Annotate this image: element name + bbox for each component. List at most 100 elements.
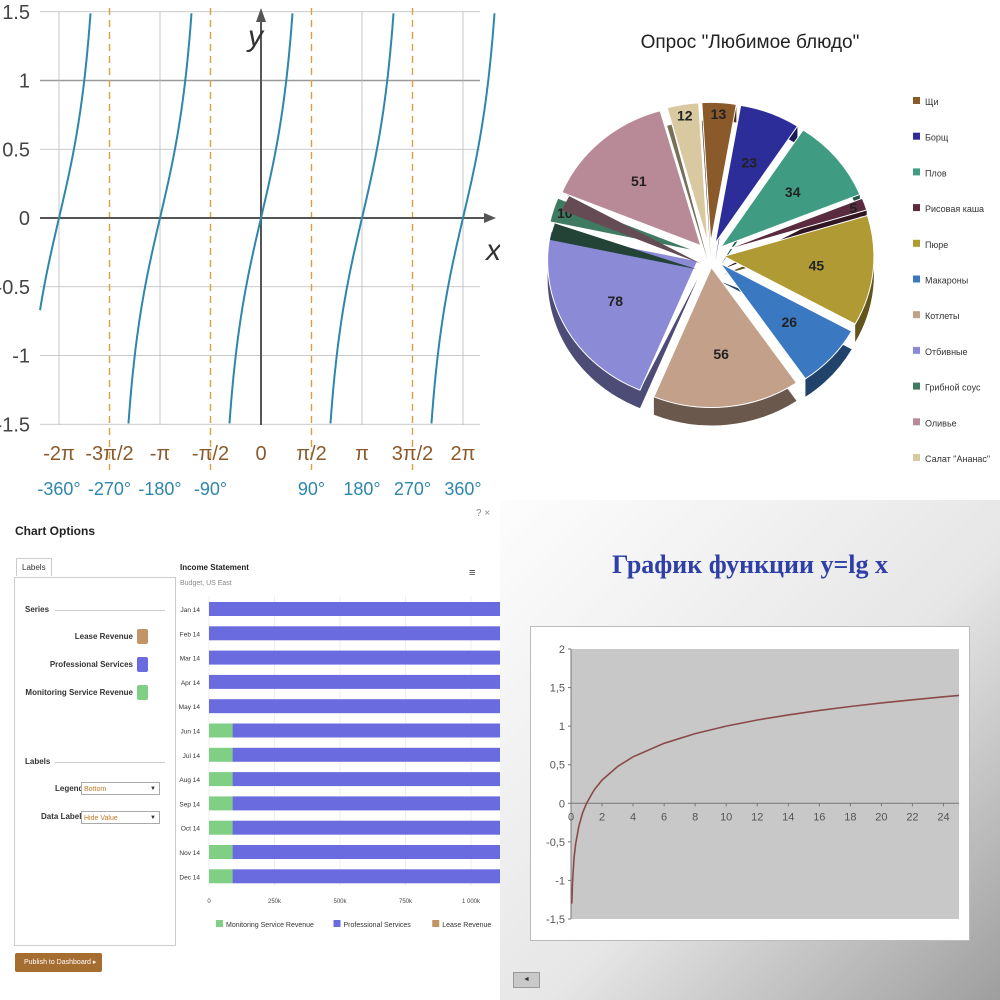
x-tick-label: 24	[937, 811, 949, 823]
degree-tick-label: -90°	[194, 479, 227, 499]
log-graph-panel: График функции y=lg x 2 1,5 1 0,5 0 -0,5 -1 -1,…	[500, 500, 1000, 1000]
legend-label: Отбивные	[925, 347, 968, 357]
pie-chart: Опрос "Любимое блюдо" 132334545265678105…	[547, 32, 990, 464]
help-close-icons[interactable]: ? ×	[476, 508, 490, 519]
options-panel: Series Lease Revenue Professional Servic…	[14, 577, 176, 946]
degree-tick-label: -360°	[37, 479, 80, 499]
y-tick-label: Feb 14	[180, 631, 201, 638]
color-swatch-monitoring[interactable]	[137, 685, 148, 700]
series-label-lease: Lease Revenue	[74, 632, 133, 641]
tangent-graph-panel: 1.5 1 0.5 0 -0.5 -1 -1.5 y x -2π -3π/2 -π -π/2 0 π/2 π 3…	[0, 0, 500, 500]
data-labels-select[interactable]: Hide Value ▼	[81, 811, 160, 824]
divider	[55, 762, 165, 763]
tangent-graph: 1.5 1 0.5 0 -0.5 -1 -1.5 y x -2π -3π/2 -π -π/2 0 π/2 π 3…	[0, 2, 500, 499]
bar-segment	[209, 772, 233, 787]
x-tick-label: 20	[875, 811, 887, 823]
bar-segment	[209, 845, 233, 859]
legend-label: Рисовая каша	[925, 204, 984, 214]
tab-bar: Labels	[16, 557, 52, 576]
x-tick-label: 18	[844, 811, 856, 823]
bar-segment	[209, 674, 500, 689]
legend-label: Lease Revenue	[442, 922, 491, 929]
y-tick-label: -1.5	[0, 414, 30, 436]
x-tick-label: 16	[813, 811, 825, 823]
bar-segment	[209, 626, 500, 641]
legend-swatch	[432, 920, 440, 927]
y-tick-label: Mar 14	[180, 656, 201, 663]
x-tick-label: 3π/2	[392, 443, 434, 465]
divider	[55, 610, 165, 611]
bar-segment	[209, 650, 500, 665]
y-tick-label: 0,5	[550, 760, 565, 772]
legend-swatch	[913, 239, 920, 247]
back-nav-button[interactable]: ◄	[513, 972, 540, 988]
y-tick-label: Sep 14	[179, 801, 200, 808]
degree-tick-label: -270°	[88, 479, 131, 499]
y-tick-label: 0.5	[2, 139, 30, 161]
bar-chart-title: Income Statement	[180, 563, 249, 572]
x-tick-label: 4	[630, 811, 636, 823]
legend-label: Макароны	[925, 276, 968, 286]
color-swatch-lease[interactable]	[137, 629, 148, 644]
pie-title: Опрос "Любимое блюдо"	[641, 32, 860, 53]
pie-data-label: 13	[711, 106, 727, 122]
legend-label: Грибной соус	[925, 383, 981, 393]
log-graph: 21,510,50-0,5-1-1,50 2 4 6 8 10 12 14 16 18 20 22 24	[546, 644, 960, 926]
legend-label: Котлеты	[925, 311, 960, 321]
x-tick-label: 1 000k	[462, 899, 481, 905]
y-tick-label: -1	[12, 346, 30, 368]
series-label-monitoring: Monitoring Service Revenue	[25, 688, 133, 697]
legend-swatch	[913, 382, 920, 390]
y-tick-label: May 14	[179, 704, 201, 711]
pie-data-label: 12	[677, 108, 693, 124]
y-tick-label: Aug 14	[179, 777, 200, 784]
dialog-title: Chart Options	[15, 524, 95, 538]
publish-button-label: Publish to Dashboard	[24, 959, 91, 966]
x-tick-label: -3π/2	[85, 443, 133, 465]
y-tick-label: -1,5	[546, 914, 565, 926]
log-graph-title: График функции y=lg x	[611, 550, 889, 579]
menu-icon[interactable]: ≡	[469, 567, 475, 579]
bar-chart-subtitle: Budget, US East	[180, 580, 232, 587]
x-tick-label: 22	[906, 811, 918, 823]
bar-segment	[209, 820, 233, 835]
legend-select-value: Bottom	[84, 786, 107, 793]
bar-segment	[209, 699, 500, 714]
degree-tick-label: -180°	[138, 479, 181, 499]
y-tick-label: Nov 14	[179, 850, 200, 857]
legend-swatch	[913, 204, 920, 212]
x-tick-label: 500k	[333, 899, 347, 905]
series-heading: Series	[25, 605, 50, 614]
pie-data-label: 23	[742, 155, 758, 171]
pie-data-label: 26	[781, 314, 797, 330]
color-swatch-professional[interactable]	[137, 657, 148, 672]
legend-swatch	[913, 168, 920, 176]
y-tick-label: Apr 14	[181, 680, 201, 687]
x-tick-label: 2π	[451, 443, 476, 465]
legend-swatch	[913, 311, 920, 319]
y-tick-label: Jan 14	[180, 607, 200, 614]
y-tick-label: 0	[19, 208, 30, 230]
pie-data-label: 51	[631, 173, 647, 189]
x-tick-label: 0	[568, 811, 574, 823]
x-tick-label: 2	[599, 811, 605, 823]
x-tick-label: 10	[720, 811, 732, 823]
x-tick-label: -2π	[43, 443, 75, 465]
chevron-down-icon: ▼	[150, 786, 156, 792]
bar-segment	[232, 723, 500, 738]
degree-tick-label: 180°	[343, 479, 380, 499]
y-tick-label: -0.5	[0, 277, 30, 299]
x-tick-label: -π/2	[192, 443, 229, 465]
legend-label: Щи	[925, 97, 938, 107]
bar-segment	[209, 723, 233, 738]
bar-segment	[232, 747, 500, 762]
x-tick-label: 0	[207, 899, 211, 905]
publish-button[interactable]: Publish to Dashboard ▸	[15, 953, 102, 972]
legend-label: Салат "Ананас"	[925, 454, 990, 464]
legend-select[interactable]: Bottom ▼	[81, 782, 160, 795]
tab-labels[interactable]: Labels	[16, 558, 52, 576]
chart-options-dialog: Chart Options ? × Labels Series Lease Re…	[0, 500, 501, 1000]
y-tick-label: 1	[559, 721, 565, 733]
x-tick-label: 14	[782, 811, 794, 823]
bar-segment	[209, 602, 500, 616]
